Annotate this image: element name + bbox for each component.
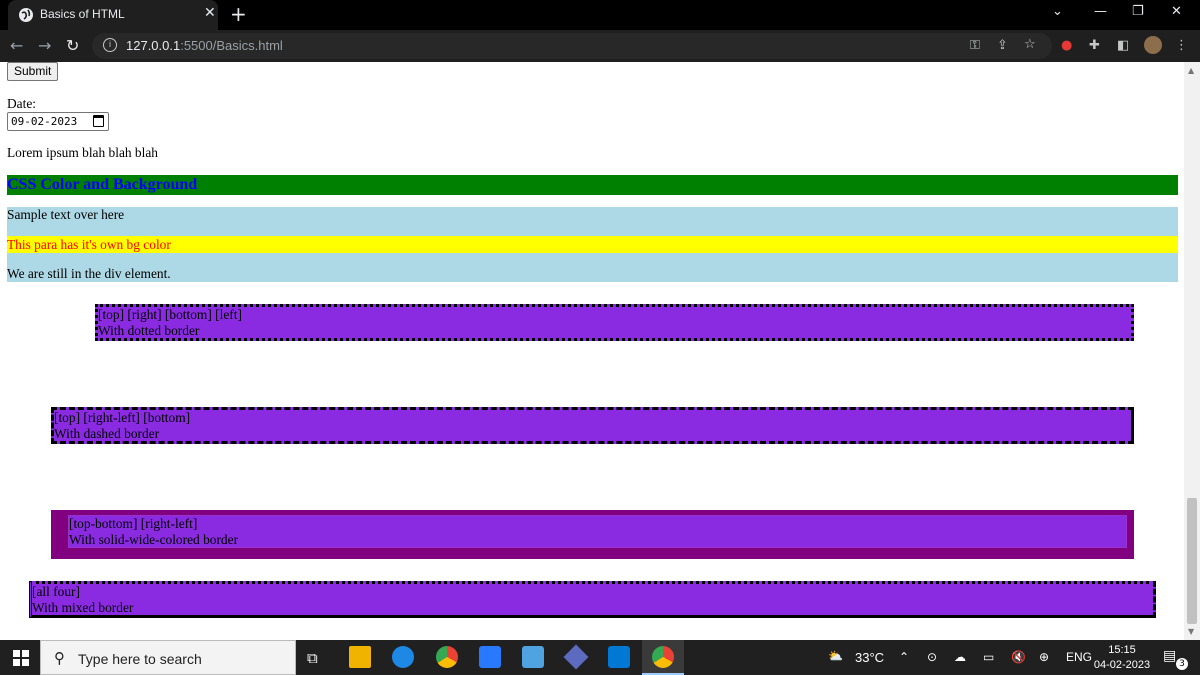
- battery-icon[interactable]: ▭: [983, 650, 994, 664]
- browser-toolbar: ← → ↻ i 127.0.0.1:5500/Basics.html ⚿ ⇪ ☆…: [0, 30, 1200, 62]
- colored-div: Sample text over here This para has it's…: [7, 207, 1178, 282]
- volume-muted-icon[interactable]: 🔇: [1011, 650, 1026, 664]
- box-line-2: With dotted border: [98, 323, 200, 338]
- page-viewport: Submit Date: 09-02-2023 Lorem ipsum blah…: [0, 62, 1184, 640]
- clock-time: 15:15: [1108, 644, 1136, 656]
- address-bar[interactable]: i 127.0.0.1:5500/Basics.html ⚿ ⇪ ☆: [92, 33, 1052, 59]
- box-line-1: [top-bottom] [right-left]: [69, 516, 198, 531]
- file-explorer-icon[interactable]: [349, 646, 371, 668]
- search-icon: ⚲: [54, 649, 65, 667]
- dotted-border-box: [top] [right] [bottom] [left] With dotte…: [95, 304, 1134, 341]
- search-placeholder: Type here to search: [78, 651, 202, 667]
- minimize-icon[interactable]: —: [1094, 4, 1107, 19]
- chevron-up-icon[interactable]: ⌃: [899, 650, 909, 664]
- bookmark-star-icon[interactable]: ☆: [1024, 37, 1036, 52]
- restore-icon[interactable]: ❐: [1132, 4, 1144, 19]
- language-indicator[interactable]: ENG: [1066, 650, 1092, 664]
- store-icon[interactable]: [479, 646, 501, 668]
- back-arrow-icon[interactable]: ←: [10, 36, 23, 55]
- windows-start-icon[interactable]: [13, 650, 29, 666]
- key-icon[interactable]: ⚿: [970, 38, 980, 53]
- date-value: 09-02-2023: [11, 115, 78, 128]
- side-panel-icon[interactable]: ◧: [1117, 38, 1129, 53]
- windows-taskbar: ⚲ Type here to search ⧉ ⛅ 33°C ⌃ ⊙ ☁ ▭ 🔇…: [0, 640, 1200, 675]
- date-field[interactable]: 09-02-2023: [7, 112, 109, 131]
- share-icon[interactable]: ⇪: [997, 38, 1008, 53]
- menu-kebab-icon[interactable]: ⋮: [1175, 38, 1188, 53]
- mixed-border-box: [all four] With mixed border: [29, 581, 1156, 618]
- task-view-icon[interactable]: ⧉: [307, 649, 318, 667]
- box-line-2: With mixed border: [32, 600, 134, 615]
- weather-icon[interactable]: ⛅: [828, 649, 843, 663]
- tab-strip: Basics of HTML ✕ + ⌄ — ❐ ✕: [0, 0, 1200, 30]
- css-color-heading: CSS Color and Background: [7, 175, 1178, 195]
- solid-box-inner: [top-bottom] [right-left] With solid-wid…: [68, 515, 1127, 548]
- submit-button[interactable]: Submit: [7, 62, 59, 81]
- box-line-1: [all four]: [32, 584, 80, 599]
- vscode-icon[interactable]: [608, 646, 630, 668]
- lorem-paragraph: Lorem ipsum blah blah blah: [7, 145, 158, 160]
- div-element-text: We are still in the div element.: [7, 266, 171, 281]
- temperature[interactable]: 33°C: [855, 650, 884, 665]
- box-line-1: [top] [right-left] [bottom]: [54, 410, 191, 425]
- reload-icon[interactable]: ↻: [66, 36, 79, 55]
- mail-icon[interactable]: [522, 646, 544, 668]
- taskbar-search-box[interactable]: ⚲ Type here to search: [40, 640, 296, 675]
- clock-date: 04-02-2023: [1093, 659, 1151, 671]
- box-line-1: [top] [right] [bottom] [left]: [98, 307, 242, 322]
- yellow-paragraph: This para has it's own bg color: [7, 236, 1178, 253]
- browser-tab[interactable]: Basics of HTML ✕: [8, 0, 218, 30]
- chrome-profile-icon: [652, 646, 674, 668]
- new-tab-button[interactable]: +: [230, 2, 247, 26]
- chrome-icon[interactable]: [436, 646, 458, 668]
- scroll-up-icon[interactable]: ▲: [1188, 66, 1194, 75]
- notification-icon[interactable]: ▤: [1163, 648, 1176, 664]
- close-window-icon[interactable]: ✕: [1171, 4, 1182, 19]
- date-label: Date:: [7, 96, 36, 111]
- url-text: 127.0.0.1:5500/Basics.html: [126, 38, 283, 53]
- forward-arrow-icon[interactable]: →: [38, 36, 51, 55]
- calendar-icon[interactable]: [93, 115, 104, 127]
- tab-search-chevron-icon[interactable]: ⌄: [1052, 4, 1063, 19]
- box-line-2: With solid-wide-colored border: [69, 532, 239, 547]
- close-tab-icon[interactable]: ✕: [204, 5, 216, 21]
- sample-text: Sample text over here: [7, 207, 125, 222]
- meet-now-icon[interactable]: ⊙: [927, 650, 937, 664]
- box-line-2: With dashed border: [54, 426, 160, 441]
- scrollbar-thumb[interactable]: [1187, 498, 1197, 624]
- scroll-down-icon[interactable]: ▼: [1188, 627, 1194, 636]
- vertical-scrollbar[interactable]: ▲ ▼: [1184, 62, 1200, 640]
- profile-avatar[interactable]: [1144, 36, 1162, 54]
- site-info-icon[interactable]: i: [103, 38, 117, 52]
- cloud-icon[interactable]: ☁: [954, 650, 966, 664]
- notification-count-badge: 3: [1176, 658, 1188, 670]
- solid-wide-border-box: [top-bottom] [right-left] With solid-wid…: [51, 510, 1134, 559]
- system-clock[interactable]: 15:15 04-02-2023: [1090, 643, 1154, 673]
- tab-title: Basics of HTML: [40, 7, 125, 21]
- network-globe-icon[interactable]: ⊕: [1039, 650, 1049, 664]
- dashed-border-box: [top] [right-left] [bottom] With dashed …: [51, 407, 1134, 444]
- extensions-puzzle-icon[interactable]: ✚: [1089, 38, 1100, 53]
- extension-shield-icon[interactable]: ●: [1061, 38, 1072, 53]
- media-app-icon[interactable]: [563, 644, 589, 670]
- globe-icon: [19, 8, 33, 22]
- edge-icon[interactable]: [392, 646, 414, 668]
